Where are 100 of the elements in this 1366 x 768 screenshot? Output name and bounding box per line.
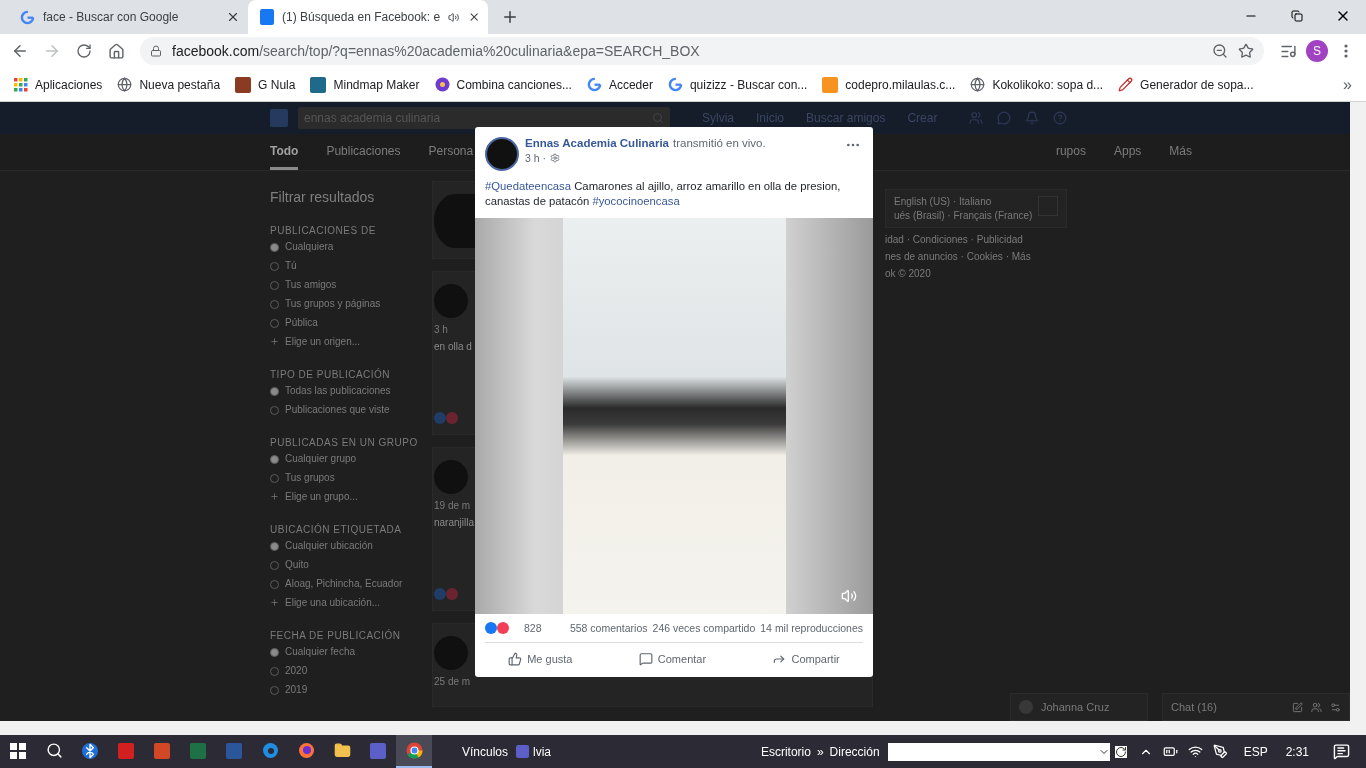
link-item[interactable]: lvia: [533, 744, 552, 759]
plus-icon: [270, 337, 279, 346]
speech-bubble-icon: [638, 652, 653, 666]
result-tab[interactable]: Publicaciones: [326, 144, 401, 170]
document-app-icon: [226, 742, 242, 759]
post-time: 3 h: [434, 324, 448, 335]
teams-icon: [516, 745, 530, 758]
bookmark[interactable]: Acceder: [586, 77, 653, 92]
footer-links: nes de anuncios · Cookies · Más: [885, 251, 1031, 262]
result-tab[interactable]: Apps: [1113, 144, 1142, 170]
radio-button[interactable]: [270, 455, 279, 464]
forward-arrow-icon: [43, 42, 61, 60]
bookmark[interactable]: Combina canciones...: [434, 77, 572, 92]
language-indicator[interactable]: ESP: [1243, 744, 1268, 759]
clock[interactable]: 2:31: [1285, 744, 1309, 759]
bookmark[interactable]: quizizz - Buscar con...: [667, 77, 808, 92]
filter-option[interactable]: 2019: [270, 684, 420, 703]
more-bookmarks-button[interactable]: »: [1343, 75, 1352, 94]
bookmark[interactable]: Generador de sopa...: [1118, 77, 1254, 92]
menu-icon: [1344, 44, 1348, 58]
bookmark[interactable]: G Nula: [235, 76, 296, 93]
filter-option[interactable]: Cualquier grupo: [270, 453, 420, 472]
filter-option[interactable]: Tus grupos y páginas: [270, 298, 420, 317]
battery-icon[interactable]: [1162, 744, 1178, 759]
search-icon: [45, 742, 63, 759]
pen-icon[interactable]: [1212, 744, 1228, 759]
filter-option[interactable]: Elige una ubicación...: [270, 597, 420, 616]
avatar: [434, 636, 468, 670]
filter-option[interactable]: 2020: [270, 665, 420, 684]
zoom-icon[interactable]: [1212, 43, 1228, 59]
plus-icon: [270, 492, 279, 501]
filter-option[interactable]: Elige un grupo...: [270, 491, 420, 510]
folder-icon: [333, 742, 351, 759]
plus-icon: [501, 8, 519, 26]
radio-button[interactable]: [270, 243, 279, 252]
graduation-cap-icon: [822, 76, 839, 93]
google-icon: [586, 77, 602, 92]
radio-button[interactable]: [270, 387, 279, 396]
edge-icon: [261, 742, 279, 759]
author-link[interactable]: Ennas Academia Culinaria: [525, 137, 669, 149]
bluetooth-icon: [82, 742, 98, 759]
volume-icon[interactable]: [841, 588, 857, 604]
filter-option[interactable]: Tus grupos: [270, 472, 420, 491]
filter-option[interactable]: Quito: [270, 559, 420, 578]
filter-option[interactable]: Tus amigos: [270, 279, 420, 298]
browser-tab[interactable]: (1) Búsqueda en Facebook: e: [248, 0, 488, 34]
browser-tab[interactable]: face - Buscar con Google: [8, 0, 248, 34]
filter-option[interactable]: Todas las publicaciones: [270, 385, 420, 404]
filter-option[interactable]: Cualquiera: [270, 241, 420, 260]
address-bar[interactable]: facebook.com/search/top/?q=ennas%20academia%20culinaria&epa=SEARCH_BOX: [140, 37, 1264, 65]
filter-option[interactable]: Cualquier ubicación: [270, 540, 420, 559]
hashtag-link[interactable]: #yococinoencasa: [592, 195, 680, 207]
home-icon: [107, 42, 125, 60]
comments-link[interactable]: 558 comentarios: [569, 622, 648, 634]
bookmark[interactable]: Kokolikoko: sopa d...: [970, 77, 1104, 92]
result-tab[interactable]: Persona: [428, 144, 474, 170]
close-icon[interactable]: [226, 10, 240, 24]
chat-tab[interactable]: Chat (16): [1162, 693, 1350, 721]
reaction-count: 828: [524, 622, 542, 634]
filter-option[interactable]: Publicaciones que viste: [270, 404, 420, 423]
views-count: 14 mil reproducciones: [760, 622, 863, 634]
result-tab[interactable]: Más: [1169, 144, 1192, 170]
result-tab[interactable]: rupos: [1055, 144, 1086, 170]
radio-button[interactable]: [270, 542, 279, 551]
filter-option[interactable]: Cualquier fecha: [270, 646, 420, 665]
restore-icon: [1291, 10, 1303, 22]
chat-contact[interactable]: Johanna Cruz: [1010, 693, 1148, 721]
language-links: English (US) · Italiano: [894, 196, 992, 207]
post-action-button[interactable]: Compartir: [764, 649, 848, 669]
filter-option[interactable]: Tú: [270, 260, 420, 279]
google-icon: [667, 77, 683, 92]
more-button[interactable]: »: [816, 744, 824, 759]
bookmark[interactable]: codepro.milaulas.c...: [822, 76, 956, 93]
bookmark-star-icon[interactable]: [1238, 43, 1254, 59]
bookmark[interactable]: Mindmap Maker: [310, 76, 420, 93]
filter-option[interactable]: Pública: [270, 317, 420, 336]
edit-icon: [1292, 701, 1303, 713]
filter-option[interactable]: Aloag, Pichincha, Ecuador: [270, 578, 420, 597]
wifi-icon[interactable]: [1187, 744, 1203, 759]
bookmark[interactable]: Aplicaciones: [14, 77, 103, 92]
spreadsheet-app-icon: [190, 742, 206, 759]
refresh-icon[interactable]: [1114, 745, 1127, 758]
profile-avatar[interactable]: S: [1306, 40, 1328, 62]
filter-option[interactable]: Elige un origen...: [270, 336, 420, 355]
facebook-logo-icon: [270, 109, 288, 127]
chrome-icon: [405, 742, 423, 759]
reload-icon: [76, 43, 92, 59]
thumbs-up-icon: [508, 652, 523, 666]
address-field[interactable]: [887, 742, 1110, 761]
shares-link[interactable]: 246 veces compartido: [652, 622, 756, 634]
result-tab[interactable]: Todo: [270, 144, 299, 170]
radio-button[interactable]: [270, 648, 279, 657]
hashtag-link[interactable]: #Quedateencasa: [485, 180, 572, 192]
post-action-button[interactable]: Me gusta: [500, 649, 581, 669]
filter-heading: PUBLICACIONES DE: [270, 225, 377, 236]
post-action-button[interactable]: Comentar: [630, 649, 715, 669]
notifications-icon[interactable]: [1333, 743, 1350, 760]
search-icon: [652, 112, 664, 124]
filter-heading: TIPO DE PUBLICACIÓN: [270, 369, 392, 380]
bookmark[interactable]: Nueva pestaña: [117, 77, 221, 92]
